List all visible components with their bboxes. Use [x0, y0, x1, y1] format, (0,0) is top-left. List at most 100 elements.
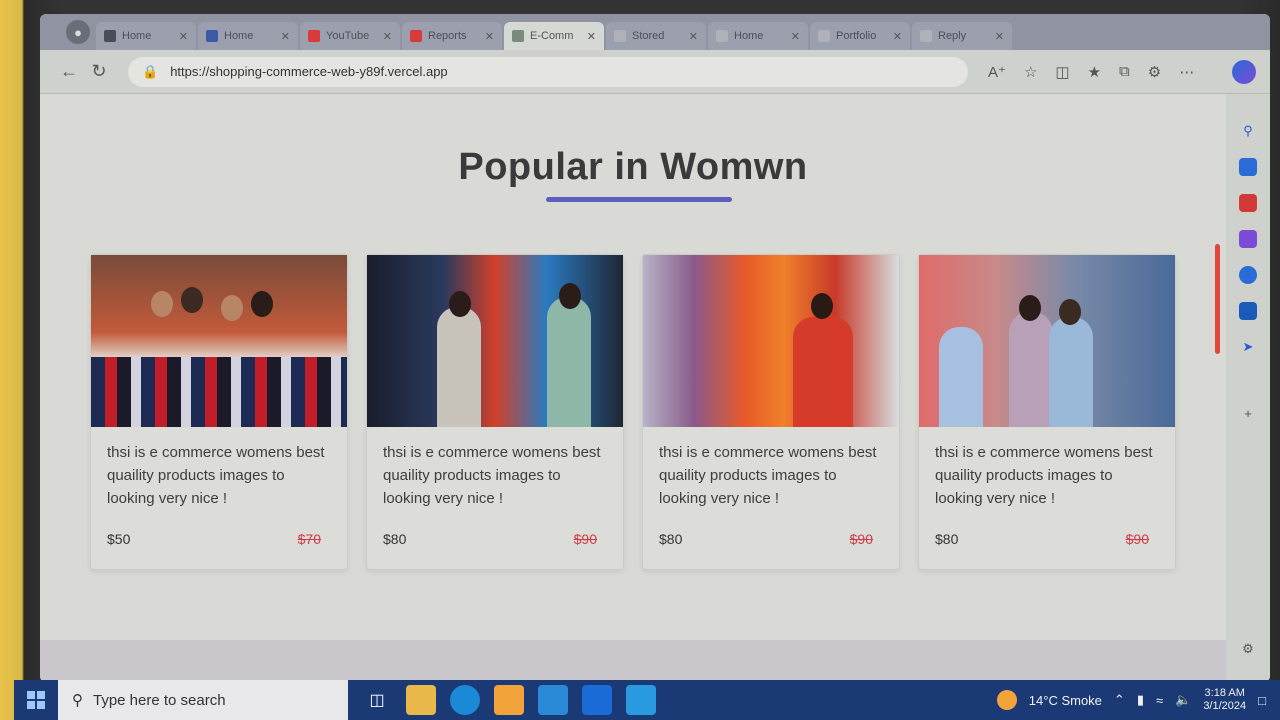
search-icon[interactable]: ⚲	[1239, 122, 1257, 140]
address-bar[interactable]: 🔒 https://shopping-commerce-web-y89f.ver…	[128, 56, 968, 87]
file-explorer-icon[interactable]	[406, 685, 436, 715]
tab-8[interactable]: Reply ✕	[912, 22, 1012, 50]
search-placeholder: Type here to search	[93, 691, 226, 709]
close-icon[interactable]: ✕	[587, 30, 596, 43]
microsoft-365-icon[interactable]	[1239, 266, 1257, 284]
tab-4[interactable]: E-Comm ✕	[504, 22, 604, 50]
games-icon[interactable]	[1239, 230, 1257, 248]
pinned-apps: ◫	[362, 685, 656, 715]
person-head	[559, 283, 581, 309]
product-description: thsi is e commerce womens best quaility …	[935, 444, 1153, 507]
product-image[interactable]	[367, 255, 623, 427]
close-icon[interactable]: ✕	[281, 30, 290, 43]
tab-3[interactable]: Reports ✕	[402, 22, 502, 50]
start-button[interactable]	[14, 680, 58, 720]
tab-favicon	[920, 30, 932, 42]
copilot-icon[interactable]	[1232, 59, 1256, 84]
product-card[interactable]: thsi is e commerce womens best quaility …	[642, 254, 900, 570]
notification-icon[interactable]: □	[1258, 693, 1266, 708]
person-head	[151, 291, 173, 317]
clock-date: 3/1/2024	[1203, 700, 1247, 712]
windows-taskbar: ⚲ Type here to search ◫ 14°C Smoke ⌃ ▮ ≈…	[14, 680, 1280, 720]
product-price: $50	[107, 531, 131, 547]
chevron-up-icon[interactable]: ⌃	[1114, 692, 1125, 708]
tab-label: Home	[224, 30, 254, 42]
product-card[interactable]: thsi is e commerce womens best quaility …	[918, 254, 1176, 570]
person-head	[1059, 299, 1081, 325]
product-card[interactable]: thsi is e commerce womens best quaility …	[90, 254, 348, 570]
original-price: $90	[573, 531, 597, 547]
tab-5[interactable]: Stored ✕	[606, 22, 706, 50]
outlook-icon[interactable]	[1239, 302, 1257, 320]
tab-2[interactable]: YouTube ✕	[300, 22, 400, 50]
send-icon[interactable]: ➤	[1239, 338, 1257, 356]
product-description: thsi is e commerce womens best quaility …	[659, 444, 877, 507]
tab-1[interactable]: Home ✕	[198, 22, 298, 50]
volume-icon[interactable]: 🔈	[1175, 692, 1191, 708]
close-icon[interactable]: ✕	[485, 30, 494, 43]
url-text: https://shopping-commerce-web-y89f.verce…	[170, 64, 448, 79]
product-image[interactable]	[91, 255, 347, 427]
favorites-icon[interactable]: ★	[1088, 63, 1101, 81]
photos-icon[interactable]	[626, 685, 656, 715]
product-image[interactable]	[919, 255, 1175, 427]
network-icon[interactable]: ≈	[1156, 693, 1163, 708]
refresh-icon[interactable]: ↻	[84, 57, 114, 87]
person-head	[1019, 295, 1041, 321]
price-row: $50 $70	[91, 517, 347, 569]
person-figure	[1049, 317, 1093, 427]
tab-favicon	[410, 30, 422, 42]
close-icon[interactable]: ✕	[791, 30, 800, 43]
extensions-icon[interactable]: ⚙	[1148, 63, 1161, 81]
toolbox-icon[interactable]	[1239, 194, 1257, 212]
tab-favicon	[818, 30, 830, 42]
taskbar-search[interactable]: ⚲ Type here to search	[58, 680, 348, 720]
person-head	[221, 295, 243, 321]
back-arrow-icon[interactable]: ←	[54, 57, 84, 87]
tab-0[interactable]: Home ✕	[96, 22, 196, 50]
close-icon[interactable]: ✕	[893, 30, 902, 43]
collections-icon[interactable]: ⧉	[1119, 63, 1130, 81]
product-price: $80	[935, 531, 959, 547]
settings-gear-icon[interactable]: ⚙	[1239, 640, 1257, 658]
product-grid: thsi is e commerce womens best quaility …	[90, 254, 1176, 570]
close-icon[interactable]: ✕	[995, 30, 1004, 43]
scroll-indicator[interactable]	[1215, 244, 1220, 354]
price-row: $80 $90	[643, 517, 899, 569]
more-menu-icon[interactable]: ⋯	[1179, 63, 1194, 81]
close-icon[interactable]: ✕	[689, 30, 698, 43]
person-figure	[437, 307, 481, 427]
footer-strip	[40, 640, 1226, 682]
tab-label: YouTube	[326, 30, 370, 42]
microsoft-store-icon[interactable]	[494, 685, 524, 715]
tab-label: Home	[122, 30, 152, 42]
profile-icon[interactable]: ●	[66, 20, 90, 44]
weather-icon[interactable]	[996, 690, 1017, 710]
add-icon[interactable]: +	[1239, 404, 1257, 422]
person-figure	[1009, 312, 1053, 427]
product-card[interactable]: thsi is e commerce womens best quaility …	[366, 254, 624, 570]
tab-label: Home	[734, 30, 764, 42]
clothes-rack	[91, 357, 347, 427]
read-aloud-icon[interactable]: A⁺	[988, 63, 1006, 81]
weather-text[interactable]: 14°C Smoke	[1029, 693, 1102, 708]
clock[interactable]: 3:18 AM 3/1/2024	[1203, 687, 1246, 713]
mail-icon[interactable]	[538, 685, 568, 715]
split-screen-icon[interactable]: ◫	[1055, 63, 1069, 81]
edge-browser-icon[interactable]	[450, 685, 480, 715]
person-head	[181, 287, 203, 313]
tab-label: Reply	[938, 30, 967, 42]
close-icon[interactable]: ✕	[383, 30, 392, 43]
tab-6[interactable]: Home ✕	[708, 22, 808, 50]
person-figure	[793, 317, 853, 427]
task-view-icon[interactable]: ◫	[362, 685, 392, 715]
battery-icon[interactable]: ▮	[1137, 692, 1144, 708]
lock-icon: 🔒	[142, 63, 159, 79]
product-image[interactable]	[643, 255, 899, 427]
product-description: thsi is e commerce womens best quaility …	[107, 444, 325, 507]
favorite-star-icon[interactable]: ☆	[1024, 63, 1037, 81]
close-icon[interactable]: ✕	[179, 30, 188, 43]
vscode-icon[interactable]	[582, 685, 612, 715]
tab-7[interactable]: Portfolio ✕	[810, 22, 910, 50]
shopping-tag-icon[interactable]	[1239, 158, 1257, 176]
